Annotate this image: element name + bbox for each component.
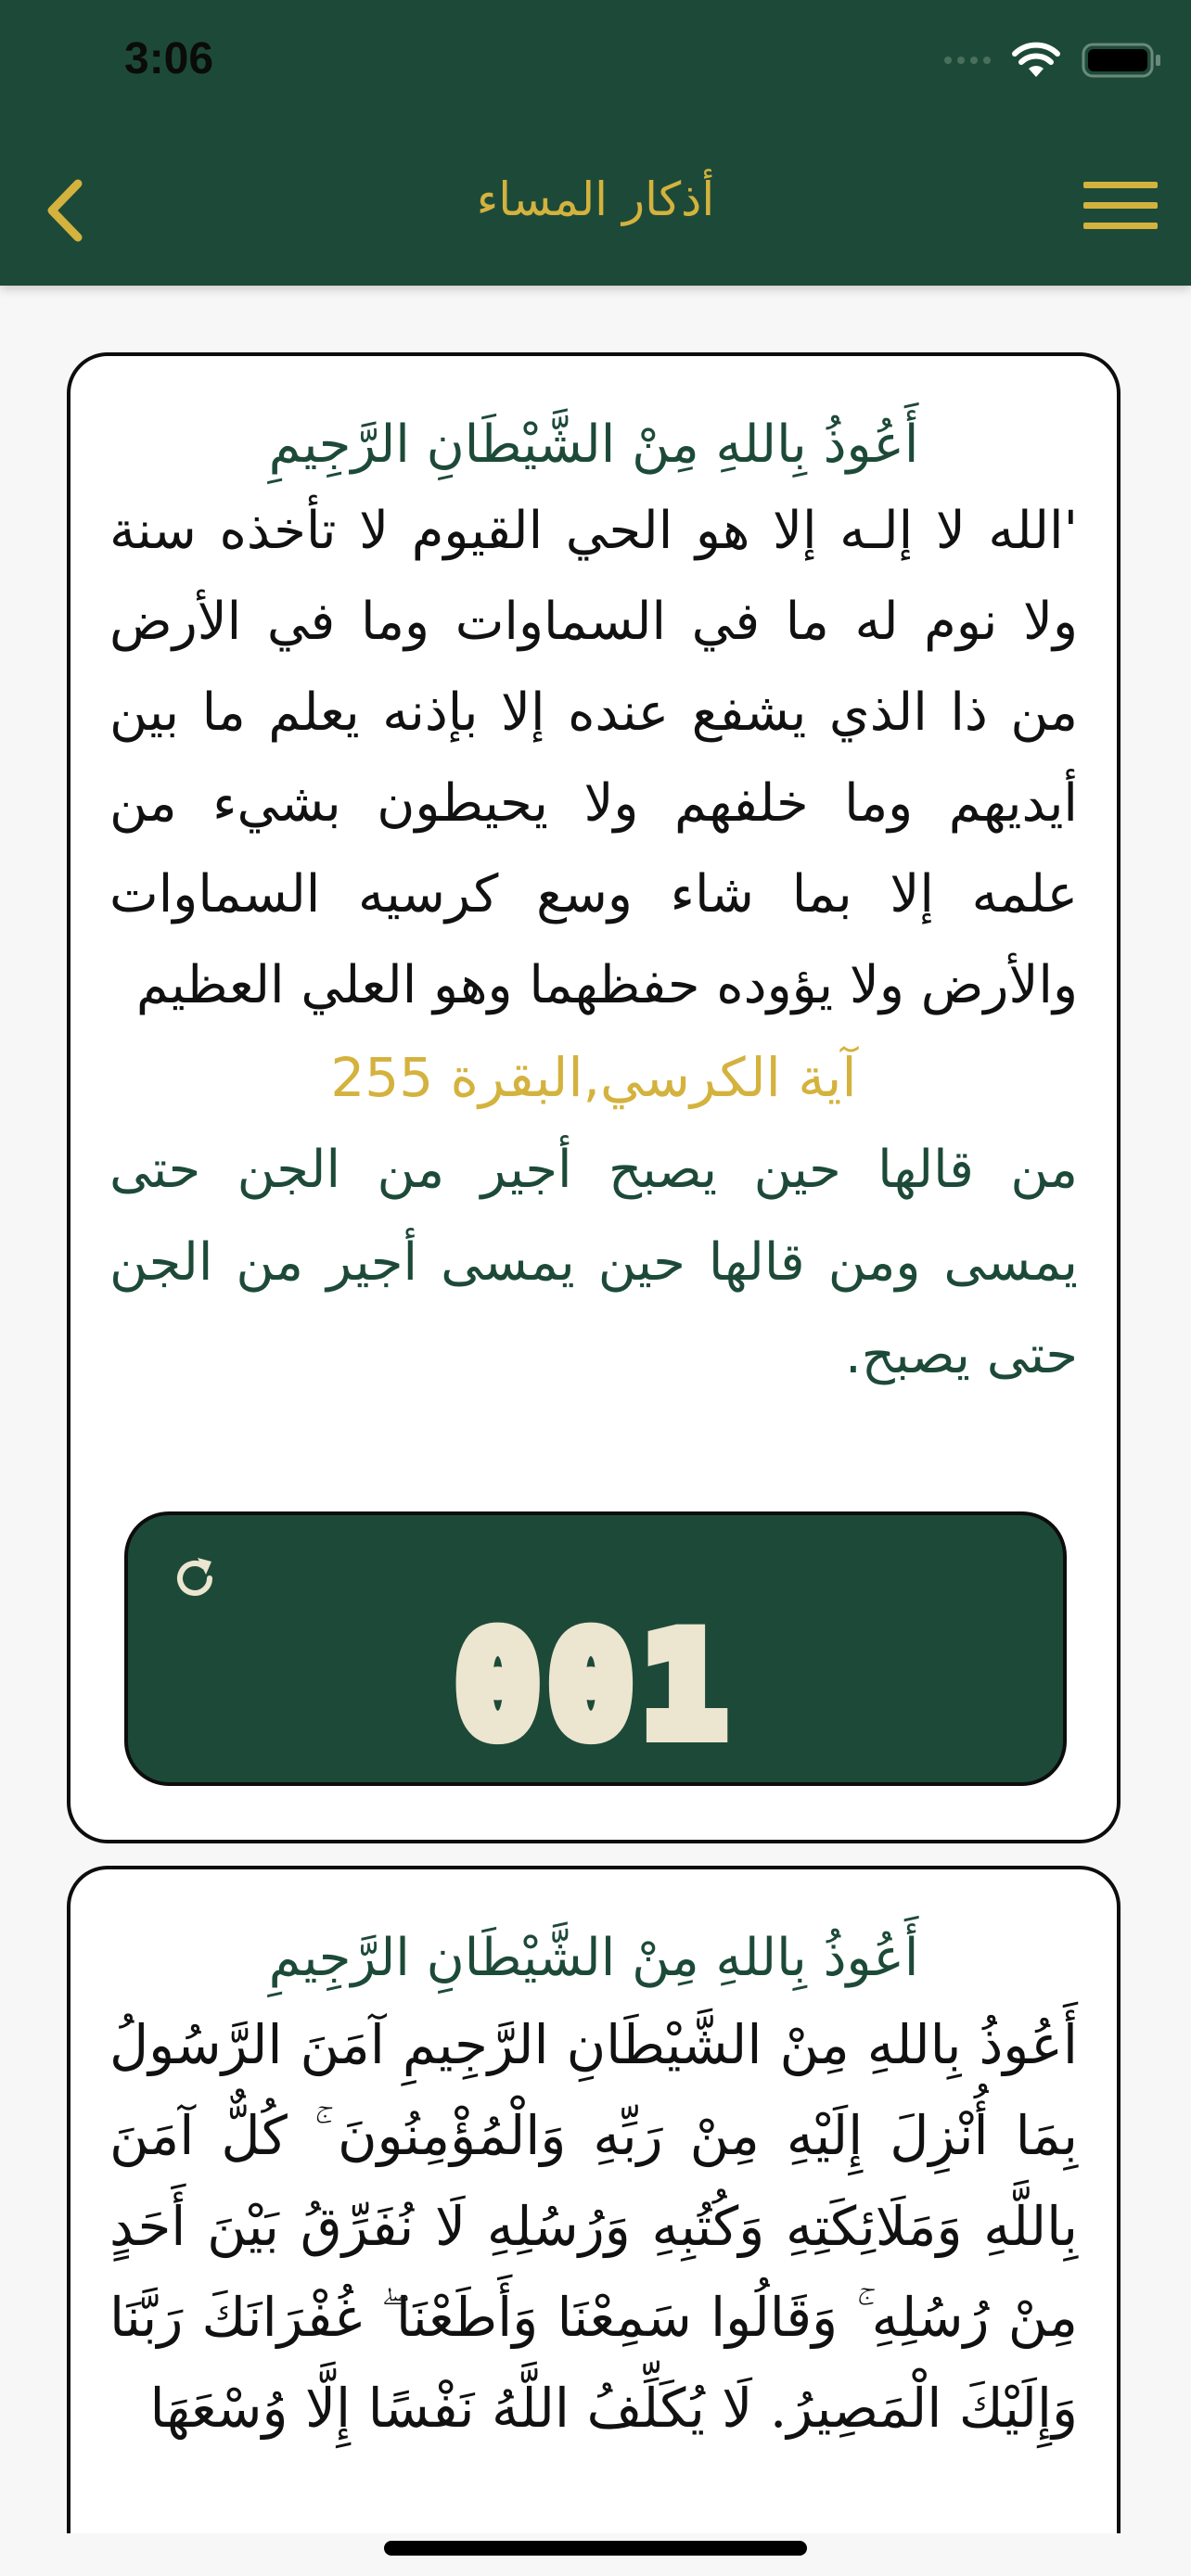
hamburger-menu-icon [1083, 182, 1158, 188]
zikr-card: أَعُوذُ بِاللهِ مِنْ الشَّيْطَانِ الرَّج… [67, 1866, 1121, 2533]
cellular-signal-icon [944, 57, 991, 64]
zikr-reference: آية الكرسي,البقرة 255 [330, 1046, 857, 1109]
menu-button[interactable] [1083, 182, 1158, 237]
top-app-bar: 3:06 أذكار المساء [0, 0, 1191, 286]
battery-icon [1082, 43, 1160, 78]
refresh-icon[interactable] [167, 1550, 223, 1606]
zikr-text: أَعُوذُ بِاللهِ مِنْ الشَّيْطَانِ الرَّج… [109, 2013, 1078, 2440]
status-time: 3:06 [124, 34, 214, 83]
zikr-card: أَعُوذُ بِاللهِ مِنْ الشَّيْطَانِ الرَّج… [67, 352, 1121, 1843]
status-icons [944, 41, 1163, 80]
home-indicator[interactable] [384, 2541, 807, 2556]
isti3adha-heading: أَعُوذُ بِاللهِ مِنْ الشَّيْطَانِ الرَّج… [268, 414, 919, 475]
page-title: أذكار المساء [476, 172, 715, 226]
isti3adha-heading: أَعُوذُ بِاللهِ مِنْ الشَّيْطَانِ الرَّج… [268, 1928, 919, 1988]
zikr-text: 'الله لا إلـه إلا هو الحي القيوم لا تأخذ… [109, 501, 1078, 1015]
counter-digits: 001 [455, 1606, 736, 1767]
zikr-virtue: من قالها حين يصبح أجير من الجن حتى يمسى … [109, 1140, 1078, 1385]
tasbeeh-counter-button[interactable]: 001 001 [124, 1511, 1067, 1786]
wifi-icon [1012, 42, 1060, 77]
